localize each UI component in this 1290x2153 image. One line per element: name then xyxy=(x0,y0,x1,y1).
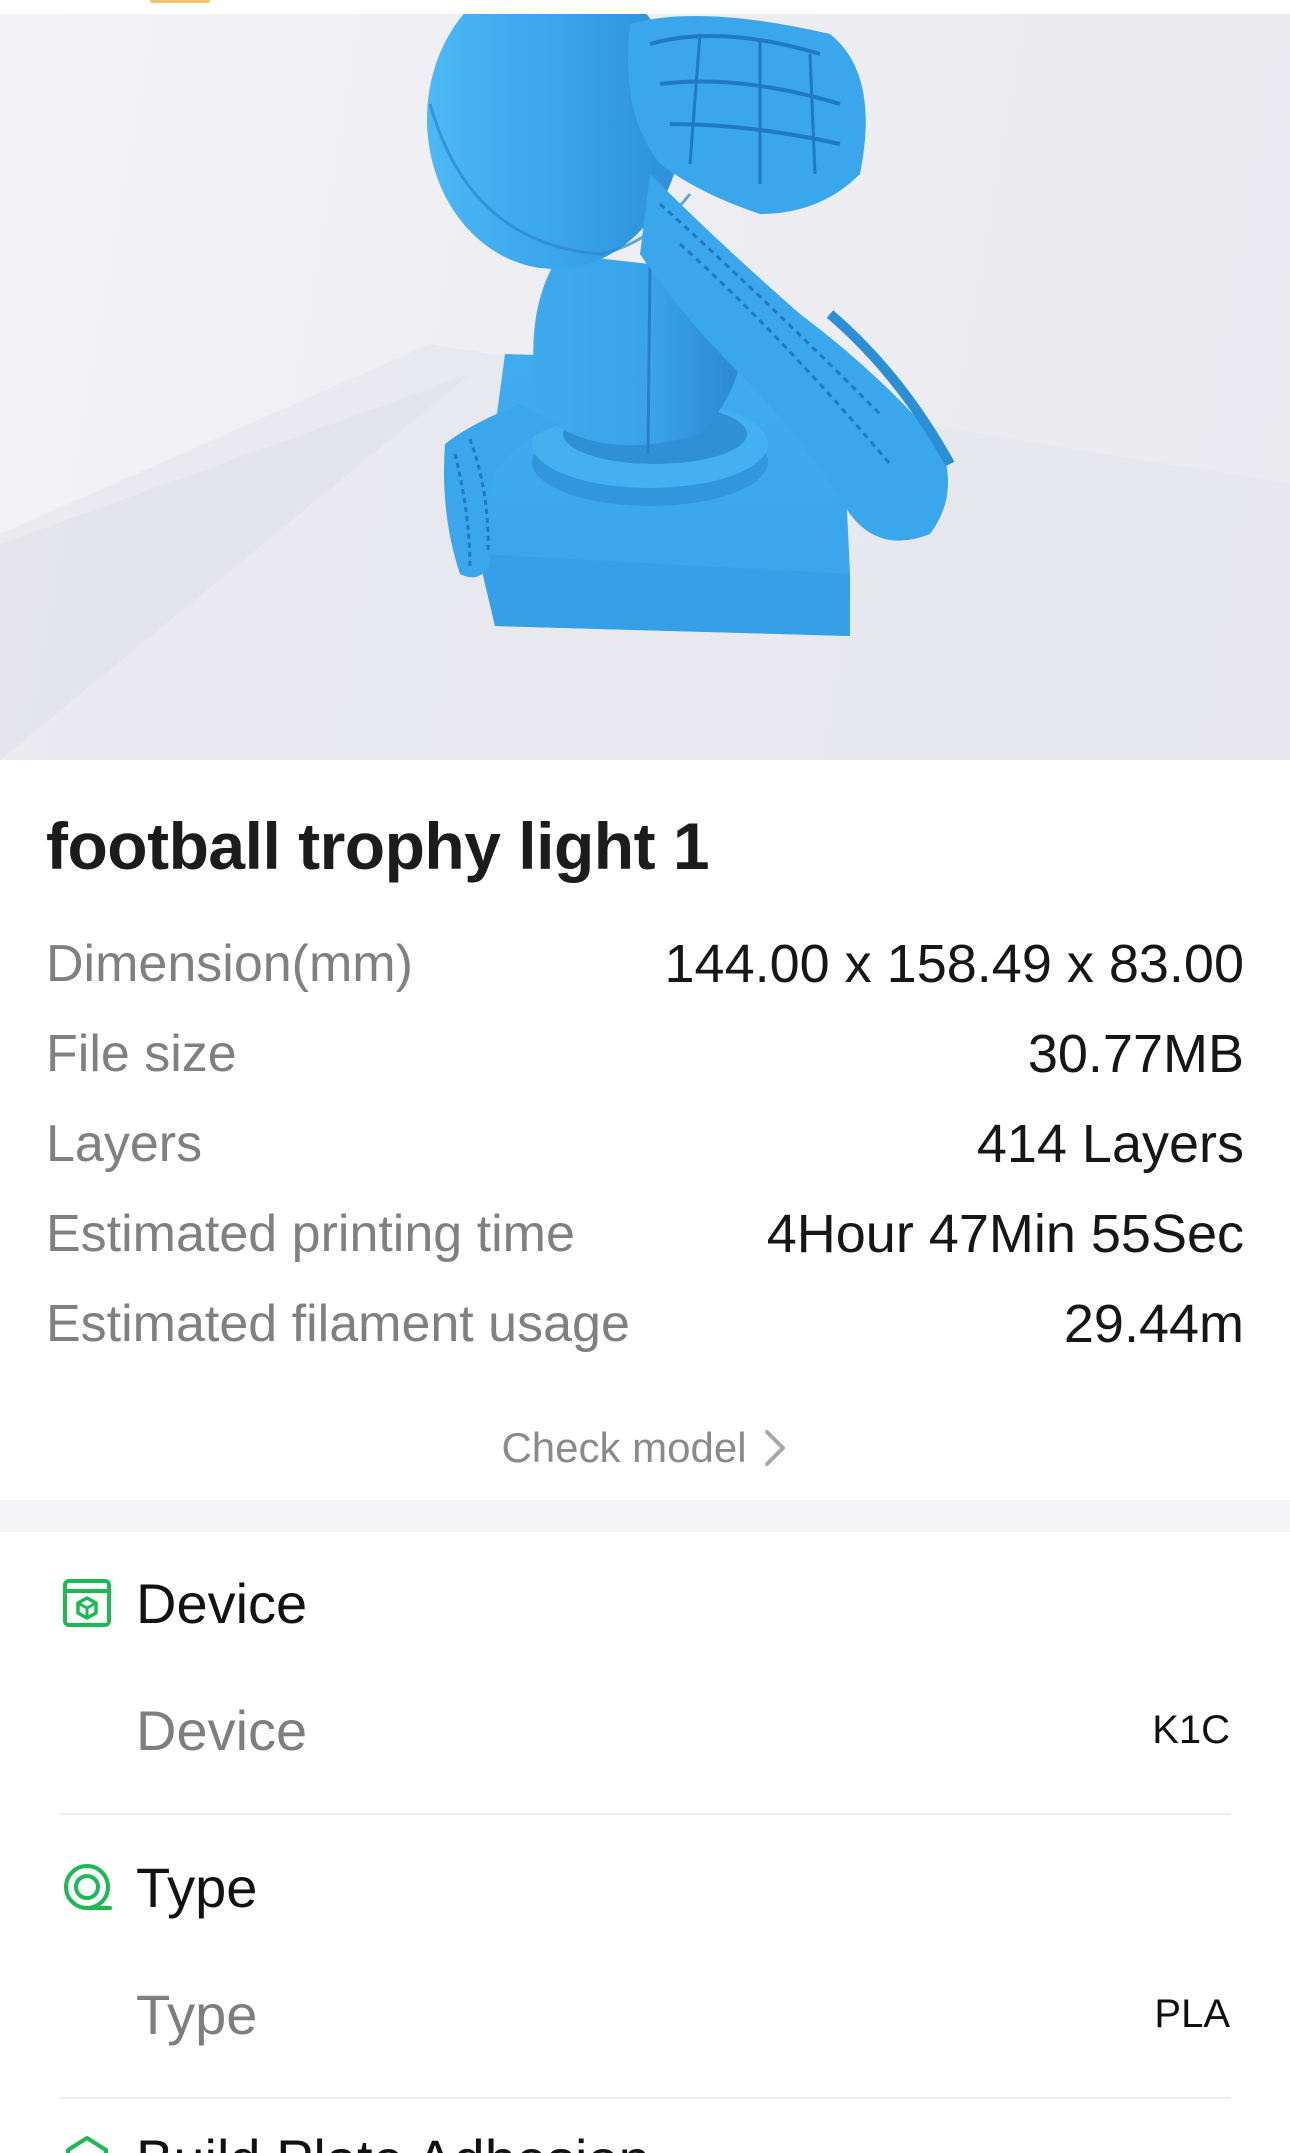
setting-row-device[interactable]: Device K1C xyxy=(136,1690,1230,1770)
section-title: Type xyxy=(136,1855,258,1919)
setting-value: PLA xyxy=(1154,1991,1230,2036)
chevron-right-icon xyxy=(764,1430,785,1466)
section-build-plate-header: Build Plate Adhesion xyxy=(60,2124,650,2153)
divider xyxy=(60,1813,1230,1815)
setting-label: Type xyxy=(136,1982,258,2046)
section-title: Build Plate Adhesion xyxy=(136,2127,650,2153)
spec-label: Estimated printing time xyxy=(46,1205,575,1263)
section-title: Device xyxy=(136,1571,308,1635)
spec-label: Estimated filament usage xyxy=(46,1295,630,1353)
model-render xyxy=(0,14,1290,760)
model-preview[interactable] xyxy=(0,14,1290,760)
spec-row-print-time: Estimated printing time 4Hour 47Min 55Se… xyxy=(46,1194,1244,1274)
spec-row-filament-usage: Estimated filament usage 29.44m xyxy=(46,1284,1244,1364)
status-accent xyxy=(150,0,210,3)
spec-value: 144.00 x 158.49 x 83.00 xyxy=(664,934,1244,994)
model-title: football trophy light 1 xyxy=(46,809,710,883)
section-separator xyxy=(0,1500,1290,1532)
check-model-label: Check model xyxy=(501,1424,747,1471)
section-type-header: Type xyxy=(60,1852,257,1922)
spec-value: 4Hour 47Min 55Sec xyxy=(766,1204,1244,1264)
spec-row-layers: Layers 414 Layers xyxy=(46,1104,1244,1184)
spec-value: 30.77MB xyxy=(1027,1024,1244,1084)
spec-row-dimension: Dimension(mm) 144.00 x 158.49 x 83.00 xyxy=(46,924,1244,1004)
check-model-link[interactable]: Check model xyxy=(0,1408,1290,1488)
setting-row-type[interactable]: Type PLA xyxy=(136,1974,1230,2054)
spec-label: Layers xyxy=(46,1115,203,1173)
filament-spool-icon xyxy=(64,1864,112,1910)
spec-row-file-size: File size 30.77MB xyxy=(46,1014,1244,1094)
spec-value: 414 Layers xyxy=(976,1114,1244,1174)
setting-value: K1C xyxy=(1152,1707,1230,1752)
setting-label: Device xyxy=(136,1698,308,1762)
spec-label: Dimension(mm) xyxy=(46,935,413,993)
divider xyxy=(60,2097,1230,2099)
print-file-detail-screen: football trophy light 1 Dimension(mm) 14… xyxy=(0,0,1290,2153)
section-device-header: Device xyxy=(60,1568,307,1638)
build-plate-icon xyxy=(66,2136,108,2153)
spec-value: 29.44m xyxy=(1063,1294,1244,1354)
printer-icon xyxy=(63,1579,111,1627)
spec-label: File size xyxy=(46,1025,237,1083)
top-edge xyxy=(0,0,1290,14)
